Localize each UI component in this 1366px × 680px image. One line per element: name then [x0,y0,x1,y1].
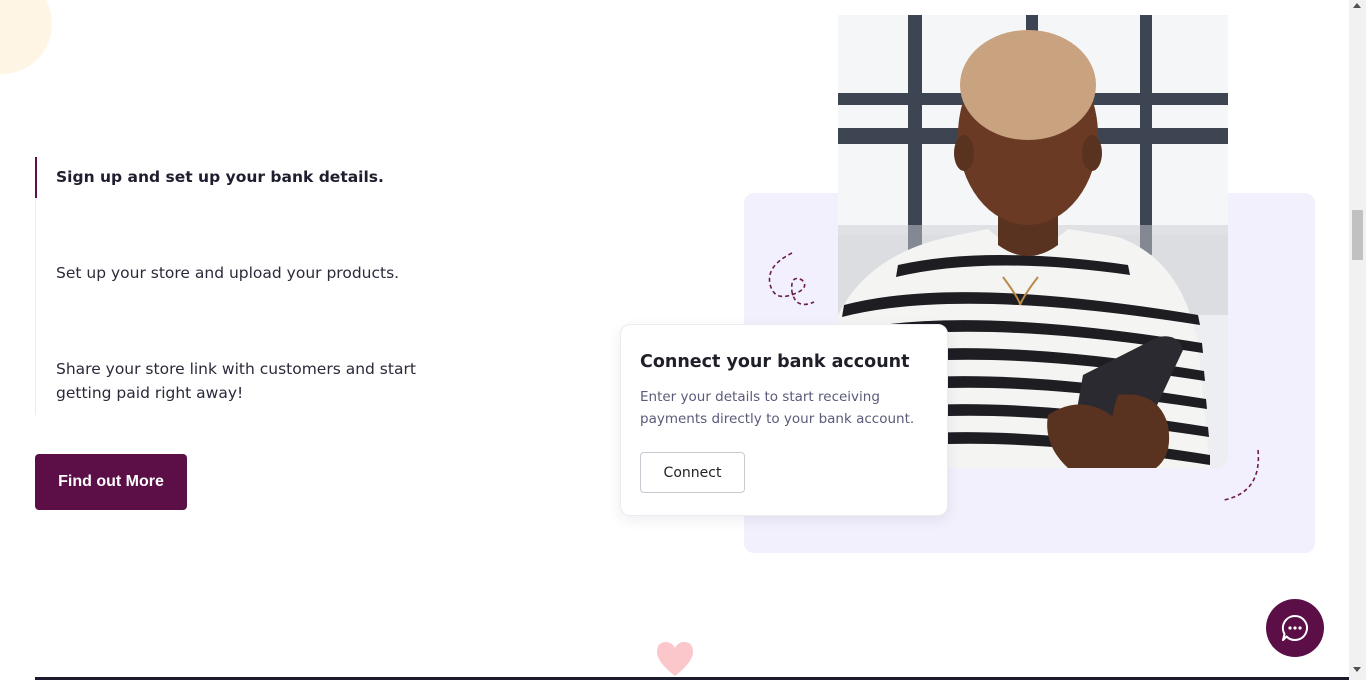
heart-icon [657,642,693,676]
chat-bubble-icon [1281,614,1308,641]
find-out-more-button[interactable]: Find out More [35,454,187,510]
step-item-1[interactable]: Sign up and set up your bank details. [56,165,384,189]
decorative-circle [0,0,52,74]
step-item-3[interactable]: Share your store link with customers and… [56,357,426,405]
steps-list: Sign up and set up your bank details. Se… [35,157,435,415]
active-step-indicator [35,157,37,198]
scroll-up-arrow-icon[interactable] [1353,3,1361,8]
chat-button[interactable] [1266,599,1324,657]
card-description: Enter your details to start receiving pa… [640,389,915,427]
dashed-curve-icon [1223,449,1260,501]
scroll-down-arrow-icon[interactable] [1353,667,1361,672]
vertical-scrollbar[interactable] [1349,0,1366,680]
dashed-squiggle-icon [768,252,815,306]
step-item-2[interactable]: Set up your store and upload your produc… [56,261,399,285]
scrollbar-thumb[interactable] [1352,210,1363,260]
card-title: Connect your bank account [640,352,910,372]
connect-bank-card: Connect your bank account Enter your det… [620,324,948,516]
connect-button[interactable]: Connect [640,452,745,493]
